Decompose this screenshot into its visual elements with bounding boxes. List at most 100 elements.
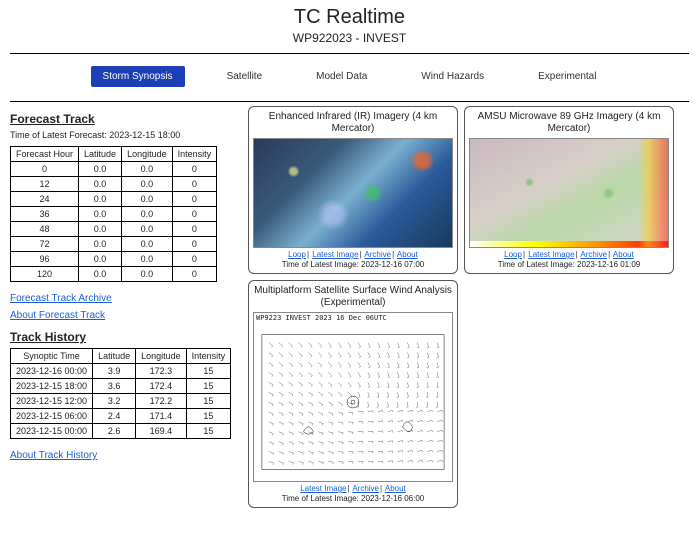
table-row: 360.00.00 [11, 207, 217, 222]
table-cell: 3.9 [93, 364, 136, 379]
wind-archive-link[interactable]: Archive [352, 484, 379, 493]
table-cell: 12 [11, 177, 79, 192]
track-history-heading: Track History [10, 330, 240, 344]
about-track-history-link[interactable]: About Track History [10, 450, 97, 461]
amsu-panel-links: Loop| Latest Image| Archive| About [469, 250, 669, 259]
table-cell: 169.4 [136, 424, 187, 439]
table-cell: 0 [172, 177, 217, 192]
table-cell: 3.6 [93, 379, 136, 394]
divider [10, 101, 689, 102]
wind-analysis-panel: Multiplatform Satellite Surface Wind Ana… [248, 280, 458, 508]
table-cell: 172.3 [136, 364, 187, 379]
col-longitude: Longitude [122, 147, 173, 162]
table-cell: 0.0 [122, 252, 173, 267]
table-row: 2023-12-15 06:002.4171.415 [11, 409, 231, 424]
tab-satellite[interactable]: Satellite [215, 66, 275, 87]
page-title: TC Realtime [0, 6, 699, 29]
table-cell: 0.0 [79, 177, 122, 192]
table-row: 1200.00.00 [11, 267, 217, 282]
table-row: 2023-12-16 00:003.9172.315 [11, 364, 231, 379]
table-row: 00.00.00 [11, 162, 217, 177]
forecast-track-heading: Forecast Track [10, 112, 240, 126]
col-synoptic-time: Synoptic Time [11, 349, 93, 364]
ir-panel-title: Enhanced Infrared (IR) Imagery (4 km Mer… [253, 111, 453, 135]
ir-panel-links: Loop| Latest Image| Archive| About [253, 250, 453, 259]
table-cell: 0 [172, 192, 217, 207]
col-longitude: Longitude [136, 349, 187, 364]
ir-about-link[interactable]: About [397, 250, 418, 259]
wind-image[interactable]: WP9223 INVEST 2023 16 Dec 06UTC [253, 312, 453, 482]
col-forecast-hour: Forecast Hour [11, 147, 79, 162]
table-cell: 96 [11, 252, 79, 267]
table-cell: 2023-12-16 00:00 [11, 364, 93, 379]
table-cell: 0.0 [122, 177, 173, 192]
table-cell: 0.0 [122, 192, 173, 207]
wind-about-link[interactable]: About [385, 484, 406, 493]
table-cell: 15 [186, 409, 231, 424]
table-row: 480.00.00 [11, 222, 217, 237]
amsu-panel-title: AMSU Microwave 89 GHz Imagery (4 km Merc… [469, 111, 669, 135]
table-cell: 0.0 [122, 267, 173, 282]
table-row: 2023-12-15 00:002.6169.415 [11, 424, 231, 439]
col-intensity: Intensity [172, 147, 217, 162]
table-cell: 0.0 [79, 192, 122, 207]
ir-archive-link[interactable]: Archive [364, 250, 391, 259]
table-cell: 0.0 [122, 222, 173, 237]
ir-image[interactable] [253, 138, 453, 248]
table-cell: 2023-12-15 12:00 [11, 394, 93, 409]
table-cell: 0 [172, 237, 217, 252]
table-cell: 0.0 [79, 162, 122, 177]
divider [10, 53, 689, 54]
table-header-row: Forecast Hour Latitude Longitude Intensi… [11, 147, 217, 162]
table-cell: 36 [11, 207, 79, 222]
table-cell: 3.2 [93, 394, 136, 409]
tab-model-data[interactable]: Model Data [304, 66, 379, 87]
col-latitude: Latitude [79, 147, 122, 162]
about-forecast-track-link[interactable]: About Forecast Track [10, 310, 105, 321]
table-cell: 2.4 [93, 409, 136, 424]
wind-image-header: WP9223 INVEST 2023 16 Dec 06UTC [254, 313, 452, 323]
table-cell: 15 [186, 394, 231, 409]
table-cell: 0 [172, 252, 217, 267]
ir-loop-link[interactable]: Loop [288, 250, 306, 259]
wind-barb-field [254, 323, 452, 482]
table-cell: 0.0 [79, 252, 122, 267]
table-cell: 2023-12-15 18:00 [11, 379, 93, 394]
table-cell: 0 [11, 162, 79, 177]
table-cell: 0.0 [122, 237, 173, 252]
table-cell: 120 [11, 267, 79, 282]
ir-imagery-panel: Enhanced Infrared (IR) Imagery (4 km Mer… [248, 106, 458, 274]
table-cell: 0.0 [122, 162, 173, 177]
table-cell: 0.0 [79, 237, 122, 252]
table-row: 120.00.00 [11, 177, 217, 192]
amsu-about-link[interactable]: About [613, 250, 634, 259]
forecast-track-table: Forecast Hour Latitude Longitude Intensi… [10, 146, 217, 282]
tab-storm-synopsis[interactable]: Storm Synopsis [91, 66, 185, 87]
table-row: 960.00.00 [11, 252, 217, 267]
tab-wind-hazards[interactable]: Wind Hazards [409, 66, 496, 87]
table-cell: 172.4 [136, 379, 187, 394]
table-cell: 15 [186, 379, 231, 394]
amsu-loop-link[interactable]: Loop [504, 250, 522, 259]
table-cell: 2023-12-15 06:00 [11, 409, 93, 424]
amsu-image[interactable] [469, 138, 669, 248]
amsu-imagery-panel: AMSU Microwave 89 GHz Imagery (4 km Merc… [464, 106, 674, 274]
amsu-latest-link[interactable]: Latest Image [528, 250, 574, 259]
table-cell: 0 [172, 162, 217, 177]
amsu-time-label: Time of Latest Image: 2023-12-16 01:09 [469, 260, 669, 269]
table-row: 2023-12-15 18:003.6172.415 [11, 379, 231, 394]
table-cell: 171.4 [136, 409, 187, 424]
wind-latest-link[interactable]: Latest Image [300, 484, 346, 493]
table-cell: 72 [11, 237, 79, 252]
amsu-archive-link[interactable]: Archive [580, 250, 607, 259]
table-cell: 0 [172, 267, 217, 282]
table-cell: 0 [172, 207, 217, 222]
table-cell: 0.0 [122, 207, 173, 222]
forecast-track-archive-link[interactable]: Forecast Track Archive [10, 293, 112, 304]
table-row: 240.00.00 [11, 192, 217, 207]
table-cell: 15 [186, 424, 231, 439]
table-cell: 0 [172, 222, 217, 237]
tab-experimental[interactable]: Experimental [526, 66, 608, 87]
ir-latest-link[interactable]: Latest Image [312, 250, 358, 259]
track-history-table: Synoptic Time Latitude Longitude Intensi… [10, 348, 231, 439]
